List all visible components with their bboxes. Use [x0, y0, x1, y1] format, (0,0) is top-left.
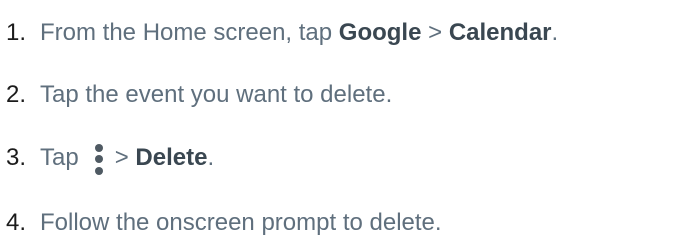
step-text: From the Home screen, tap [40, 19, 339, 46]
step-number: 1. [6, 19, 27, 46]
step-separator: > [114, 144, 136, 171]
delete-label: Delete [135, 144, 208, 171]
step-2: 2. Tap the event you want to delete. [0, 75, 392, 115]
more-vertical-icon [94, 143, 104, 175]
step-text: Follow the onscreen prompt to delete. [40, 209, 442, 236]
step-4: 4. Follow the onscreen prompt to delete. [0, 203, 442, 243]
step-3: 3. Tap > Delete . [0, 138, 214, 178]
step-punctuation: . [551, 19, 559, 46]
calendar-label: Calendar [448, 19, 552, 46]
step-number: 4. [6, 209, 27, 236]
menu-dot [94, 166, 103, 175]
step-1: 1. From the Home screen, tap Google > Ca… [0, 13, 558, 53]
google-label: Google [338, 19, 422, 46]
step-number: 2. [6, 81, 27, 108]
step-text: Tap [40, 144, 79, 171]
menu-dot [94, 143, 103, 152]
step-punctuation: . [207, 144, 215, 171]
step-separator: > [421, 19, 449, 46]
menu-dot [94, 155, 103, 163]
step-number: 3. [6, 144, 27, 171]
step-text: Tap the event you want to delete. [40, 81, 393, 108]
